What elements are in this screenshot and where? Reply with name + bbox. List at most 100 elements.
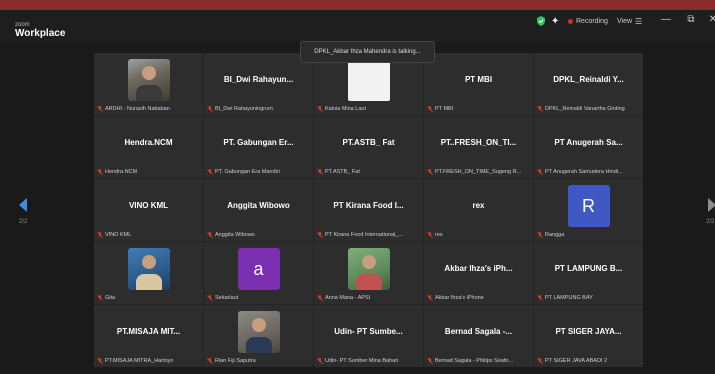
participant-name-label: PT Anugerah Samudera Hindi... [537, 169, 640, 175]
gallery-grid: ARDHI - Nurasih Nababan BI_Dwi Rahayun...… [94, 53, 643, 367]
participant-name-label: ARDHI - Nurasih Nababan [97, 106, 200, 112]
muted-mic-icon [97, 295, 103, 301]
participant-tile[interactable]: PT MBI PT MBI [424, 53, 533, 115]
security-shield-icon[interactable] [536, 16, 546, 26]
participant-tile[interactable]: R Rangga [534, 179, 643, 241]
next-page-icon[interactable] [706, 198, 715, 212]
participant-display-name: Hendra.NCM [124, 138, 173, 147]
muted-mic-icon [207, 295, 213, 301]
participant-tile[interactable]: BI_Dwi Rahayun... BI_Dwi Rahayuningrum [204, 53, 313, 115]
participant-tile[interactable]: DPKL_Reinaldi Y... DPKL_Reinaldi Vanartha… [534, 53, 643, 115]
previous-page-icon[interactable] [17, 198, 29, 212]
muted-mic-icon [97, 232, 103, 238]
person-head [141, 255, 156, 269]
participant-label-text: Kaloia Mina Laut [325, 106, 366, 112]
muted-mic-icon [317, 232, 323, 238]
participant-name-label: DPKL_Reinaldi Vanartha Ginting [537, 106, 640, 112]
person-head [361, 255, 376, 269]
participant-tile[interactable]: Akbar Ihza's iPh... Akbar Ihza's iPhone [424, 242, 533, 304]
participant-video [347, 248, 390, 290]
participant-label-text: Bernad Sagala - Philips Seafo... [435, 358, 513, 364]
participant-label-text: rex [435, 232, 443, 238]
participant-tile[interactable]: PT Anugerah Sa... PT Anugerah Samudera Hi… [534, 116, 643, 178]
participant-video [127, 248, 170, 290]
participant-tile[interactable]: VINO KML VINO KML [94, 179, 203, 241]
participant-name-label: PT.MISAJA MITRA_Hartoyo [97, 358, 200, 364]
participant-display-name: Udin- PT Sumbe... [334, 327, 403, 336]
participant-tile[interactable]: PT Kirana Food I... PT Kirana Food Intern… [314, 179, 423, 241]
participant-label-text: PT. Gabungan Era Mandiri [215, 169, 280, 175]
participant-tile[interactable]: Bernad Sagala -... Bernad Sagala - Philip… [424, 305, 533, 367]
participant-tile[interactable]: rex rex [424, 179, 533, 241]
participant-display-name: Bernad Sagala -... [444, 327, 513, 336]
person-head [251, 318, 266, 332]
participant-display-name: PT..FRESH_ON_TI... [440, 138, 517, 147]
muted-mic-icon [427, 358, 433, 364]
participant-label-text: PT SIGER JAVA ABADI 2 [545, 358, 608, 364]
participant-name-label: PT.ASTB_ Fat [317, 169, 420, 175]
person-body [135, 274, 162, 290]
participant-name-label: Sekarlaut [207, 295, 310, 301]
muted-mic-icon [427, 106, 433, 112]
zoom-workplace-logo: zoom Workplace [15, 22, 65, 39]
participant-tile[interactable]: Rian Fiji Saputra [204, 305, 313, 367]
participant-display-name: BI_Dwi Rahayun... [223, 75, 294, 84]
participant-video-blank [347, 59, 390, 101]
participant-display-name: VINO KML [128, 201, 169, 210]
participant-label-text: PT Kirana Food International_... [325, 232, 403, 238]
muted-mic-icon [317, 169, 323, 175]
view-menu-icon: ☰ [635, 16, 643, 26]
participant-label-text: PT.FRESH_ON_TIME_Sugeng R... [435, 169, 522, 175]
view-label: View [617, 17, 633, 25]
participant-video [127, 59, 170, 101]
participant-tile[interactable]: PT. Gabungan Er... PT. Gabungan Era Mandi… [204, 116, 313, 178]
participant-label-text: Udin- PT Sumber Mina Bahari [325, 358, 399, 364]
participant-tile[interactable]: Hendra.NCM Hendra.NCM [94, 116, 203, 178]
participant-tile[interactable]: a Sekarlaut [204, 242, 313, 304]
participant-tile[interactable]: PT SIGER JAYA... PT SIGER JAVA ABADI 2 [534, 305, 643, 367]
participant-label-text: Rangga [545, 232, 565, 238]
view-button[interactable]: View ☰ [617, 15, 642, 27]
participant-tile[interactable]: PT.MISAJA MIT... PT.MISAJA MITRA_Hartoyo [94, 305, 203, 367]
participant-display-name: PT. Gabungan Er... [223, 138, 294, 147]
participant-display-name: PT LAMPUNG B... [554, 264, 623, 273]
minimize-icon[interactable]: — [660, 14, 672, 25]
participant-label-text: Rian Fiji Saputra [215, 358, 256, 364]
participant-tile[interactable]: Anggita Wibowo Anggita Wibowo [204, 179, 313, 241]
window-top-strip [0, 0, 715, 10]
participant-name-label: Anggita Wibowo [207, 232, 310, 238]
participant-tile[interactable]: PT..FRESH_ON_TI... PT.FRESH_ON_TIME_Sugen… [424, 116, 533, 178]
participant-name-label: Akbar Ihza's iPhone [427, 295, 530, 301]
recording-indicator[interactable]: Recording [568, 15, 608, 27]
participant-label-text: PT Anugerah Samudera Hindi... [545, 169, 623, 175]
muted-mic-icon [97, 358, 103, 364]
close-icon[interactable]: ✕ [707, 14, 715, 25]
muted-mic-icon [317, 106, 323, 112]
participant-name-label: Bernad Sagala - Philips Seafo... [427, 358, 530, 364]
participant-tile[interactable]: Anna Mana - APSI [314, 242, 423, 304]
sparkle-icon[interactable]: ✦ [551, 15, 559, 27]
participant-name-label: PT LAMPUNG BAY [537, 295, 640, 301]
participant-label-text: VINO KML [105, 232, 132, 238]
participant-name-label: BI_Dwi Rahayuningrum [207, 106, 310, 112]
participant-name-label: Gita [97, 295, 200, 301]
participant-tile[interactable]: ARDHI - Nurasih Nababan [94, 53, 203, 115]
participant-avatar-letter: R [567, 185, 610, 227]
page-indicator-right: 2/2 [706, 219, 715, 225]
participant-tile[interactable]: Gita [94, 242, 203, 304]
participant-avatar-letter: a [237, 248, 280, 290]
muted-mic-icon [97, 169, 103, 175]
participant-display-name: rex [472, 201, 485, 210]
avatar-letter: R [582, 195, 595, 216]
participant-name-label: rex [427, 232, 530, 238]
participant-tile[interactable]: Udin- PT Sumbe... Udin- PT Sumber Mina Ba… [314, 305, 423, 367]
muted-mic-icon [427, 169, 433, 175]
participant-tile[interactable]: PT LAMPUNG B... PT LAMPUNG BAY [534, 242, 643, 304]
participant-label-text: Hendra.NCM [105, 169, 138, 175]
avatar-letter: a [253, 258, 264, 279]
muted-mic-icon [207, 106, 213, 112]
muted-mic-icon [537, 106, 543, 112]
participant-name-label: PT Kirana Food International_... [317, 232, 420, 238]
restore-icon[interactable]: ⧉ [685, 14, 697, 25]
participant-tile[interactable]: PT.ASTB_ Fat PT.ASTB_ Fat [314, 116, 423, 178]
